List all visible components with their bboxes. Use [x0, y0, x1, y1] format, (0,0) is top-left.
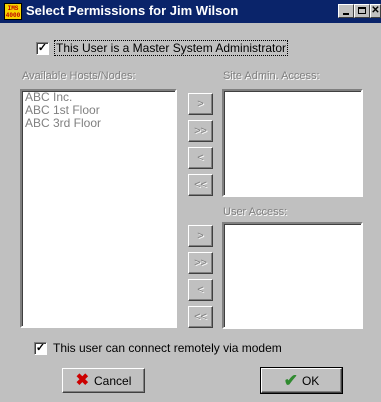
master-admin-checkbox[interactable]: ✓	[36, 41, 49, 55]
app-icon-text-top: IMS	[7, 5, 19, 12]
available-hosts-list[interactable]: ABC Inc. ABC 1st Floor ABC 3rd Floor	[20, 89, 177, 328]
modem-checkbox[interactable]: ✓	[34, 341, 47, 355]
site-remove-button[interactable]: <	[188, 147, 213, 169]
user-remove-all-button[interactable]: <<	[188, 306, 213, 328]
modem-row[interactable]: ✓ This user can connect remotely via mod…	[34, 341, 282, 355]
site-admin-label: Site Admin. Access:	[223, 70, 320, 82]
user-access-label: User Access:	[223, 206, 288, 218]
user-add-button[interactable]: >	[188, 225, 213, 247]
site-remove-all-button[interactable]: <<	[188, 174, 213, 196]
minimize-icon	[343, 13, 349, 15]
app-icon: IMS 4000	[4, 3, 22, 20]
close-icon: ✕	[371, 5, 380, 16]
site-add-all-button[interactable]: >>	[188, 120, 213, 142]
minimize-button[interactable]	[338, 4, 354, 18]
user-access-list[interactable]	[222, 222, 363, 329]
site-add-button[interactable]: >	[188, 93, 213, 115]
cancel-button[interactable]: ✖ Cancel	[62, 368, 145, 393]
maximize-icon	[358, 7, 366, 14]
modem-label: This user can connect remotely via modem	[53, 341, 282, 355]
ok-button[interactable]: ✔ OK	[260, 367, 343, 394]
maximize-button[interactable]	[354, 4, 370, 18]
site-admin-list[interactable]	[222, 89, 363, 197]
close-button[interactable]: ✕	[370, 4, 381, 18]
master-admin-label: This User is a Master System Administrat…	[53, 40, 289, 56]
list-item[interactable]: ABC 3rd Floor	[22, 117, 175, 130]
available-hosts-label: Available Hosts/Nodes:	[22, 70, 136, 82]
checkmark-icon: ✔	[283, 370, 298, 390]
user-add-all-button[interactable]: >>	[188, 252, 213, 274]
ok-label: OK	[301, 373, 320, 388]
x-icon: ✖	[75, 371, 90, 389]
window-title: Select Permissions for Jim Wilson	[26, 3, 239, 18]
app-icon-text-bottom: 4000	[5, 12, 21, 19]
master-admin-row[interactable]: ✓ This User is a Master System Administr…	[36, 40, 289, 56]
user-remove-button[interactable]: <	[188, 279, 213, 301]
cancel-label: Cancel	[94, 373, 132, 388]
title-bar[interactable]: IMS 4000 Select Permissions for Jim Wils…	[0, 0, 381, 23]
